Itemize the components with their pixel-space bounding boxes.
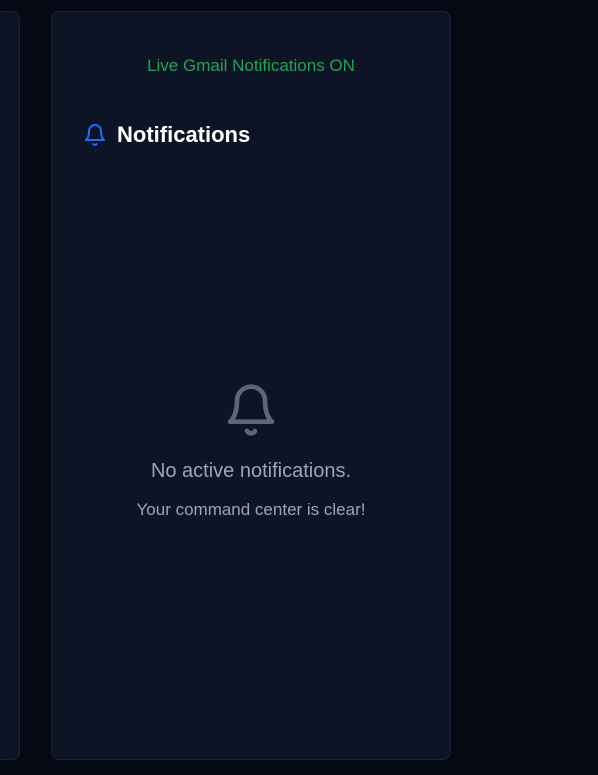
bell-icon [83,123,107,147]
notifications-title: Notifications [117,122,251,147]
empty-state: No active notifications. Your command ce… [52,380,450,520]
notifications-header: Notifications [83,122,250,148]
live-gmail-status: Live Gmail Notifications ON [147,56,355,75]
page: Live Gmail Notifications ON Notification… [0,0,598,775]
bell-outline-icon [223,380,279,440]
empty-state-title: No active notifications. [150,460,352,482]
empty-state-subtitle: Your command center is clear! [136,500,366,519]
left-panel [0,11,20,760]
notifications-panel: Live Gmail Notifications ON Notification… [51,11,451,760]
